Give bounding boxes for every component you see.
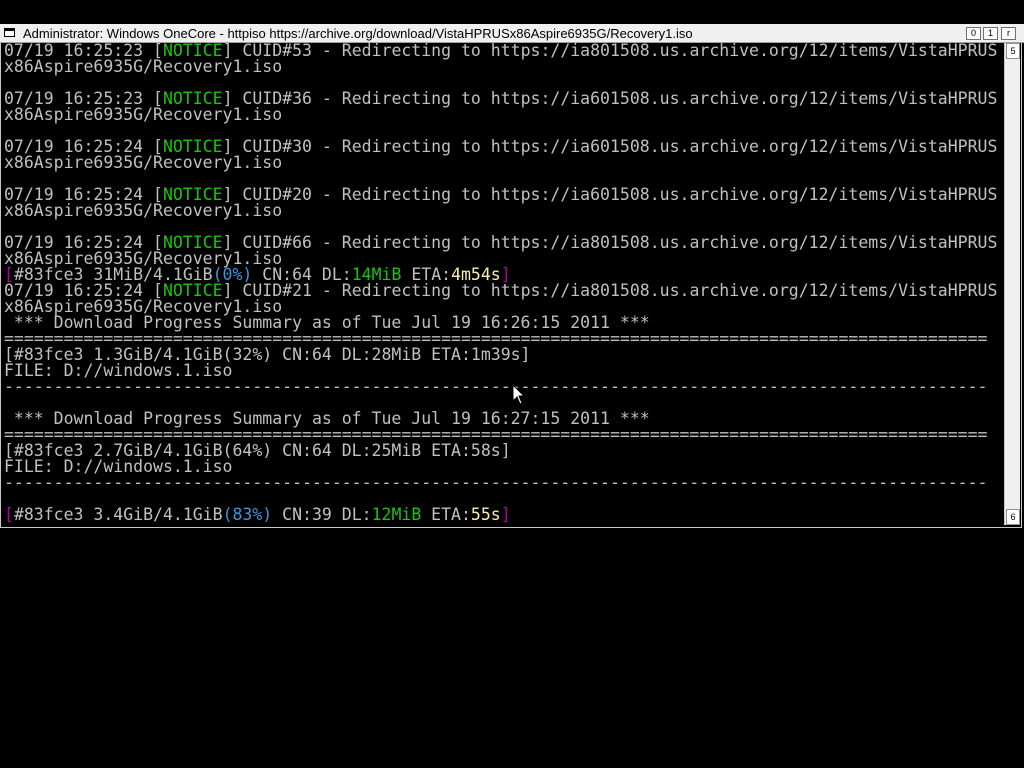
- terminal-text: x86Aspire6935G/Recovery1.iso: [4, 105, 283, 124]
- terminal-line: ----------------------------------------…: [4, 377, 1004, 396]
- terminal-text: ] CUID#30 - Redirecting to https://ia601…: [222, 137, 998, 156]
- terminal-line: x86Aspire6935G/Recovery1.iso: [4, 57, 1004, 76]
- terminal-text: ] CUID#21 - Redirecting to https://ia801…: [222, 281, 998, 300]
- terminal-text: ]: [500, 505, 511, 524]
- window-title: Administrator: Windows OneCore - httpiso…: [23, 26, 693, 41]
- close-button[interactable]: r: [1001, 27, 1016, 40]
- terminal-text: [: [4, 505, 14, 524]
- terminal-text: ----------------------------------------…: [4, 377, 988, 396]
- terminal-line: ----------------------------------------…: [4, 473, 1004, 492]
- terminal-text: #83fce3 3.4GiB/4.1GiB: [13, 505, 223, 524]
- terminal-text: ETA:: [421, 505, 471, 524]
- maximize-button[interactable]: 1: [983, 27, 998, 40]
- terminal-line: [#83fce3 3.4GiB/4.1GiB(83%) CN:39 DL:12M…: [4, 505, 1004, 524]
- terminal-line: x86Aspire6935G/Recovery1.iso: [4, 105, 1004, 124]
- title-bar[interactable]: Administrator: Windows OneCore - httpiso…: [0, 24, 1024, 43]
- vertical-scrollbar[interactable]: 5 6: [1004, 43, 1020, 525]
- terminal-line: x86Aspire6935G/Recovery1.iso: [4, 153, 1004, 172]
- terminal-line: x86Aspire6935G/Recovery1.iso: [4, 201, 1004, 220]
- console-window-icon[interactable]: [4, 28, 15, 37]
- terminal-text: x86Aspire6935G/Recovery1.iso: [4, 153, 283, 172]
- terminal-text: ] CUID#66 - Redirecting to https://ia801…: [222, 233, 998, 252]
- terminal-text: ----------------------------------------…: [4, 473, 988, 492]
- terminal-text: 55s: [470, 505, 501, 524]
- terminal-text: ] CUID#36 - Redirecting to https://ia601…: [222, 89, 998, 108]
- terminal-text: (83%): [222, 505, 273, 524]
- terminal-text: CN:39 DL:: [272, 505, 372, 524]
- minimize-button[interactable]: 0: [966, 27, 981, 40]
- mouse-pointer-icon: [512, 384, 526, 405]
- terminal-text: ] CUID#20 - Redirecting to https://ia601…: [222, 185, 998, 204]
- terminal-text: ] CUID#53 - Redirecting to https://ia801…: [222, 43, 998, 60]
- scroll-up-button[interactable]: 5: [1006, 43, 1020, 59]
- terminal-output[interactable]: 07/19 16:25:23 [NOTICE] CUID#53 - Redire…: [4, 43, 1004, 525]
- terminal-text: 12MiB: [371, 505, 422, 524]
- terminal-text: x86Aspire6935G/Recovery1.iso: [4, 57, 283, 76]
- terminal-text: x86Aspire6935G/Recovery1.iso: [4, 201, 283, 220]
- scroll-down-button[interactable]: 6: [1006, 509, 1020, 525]
